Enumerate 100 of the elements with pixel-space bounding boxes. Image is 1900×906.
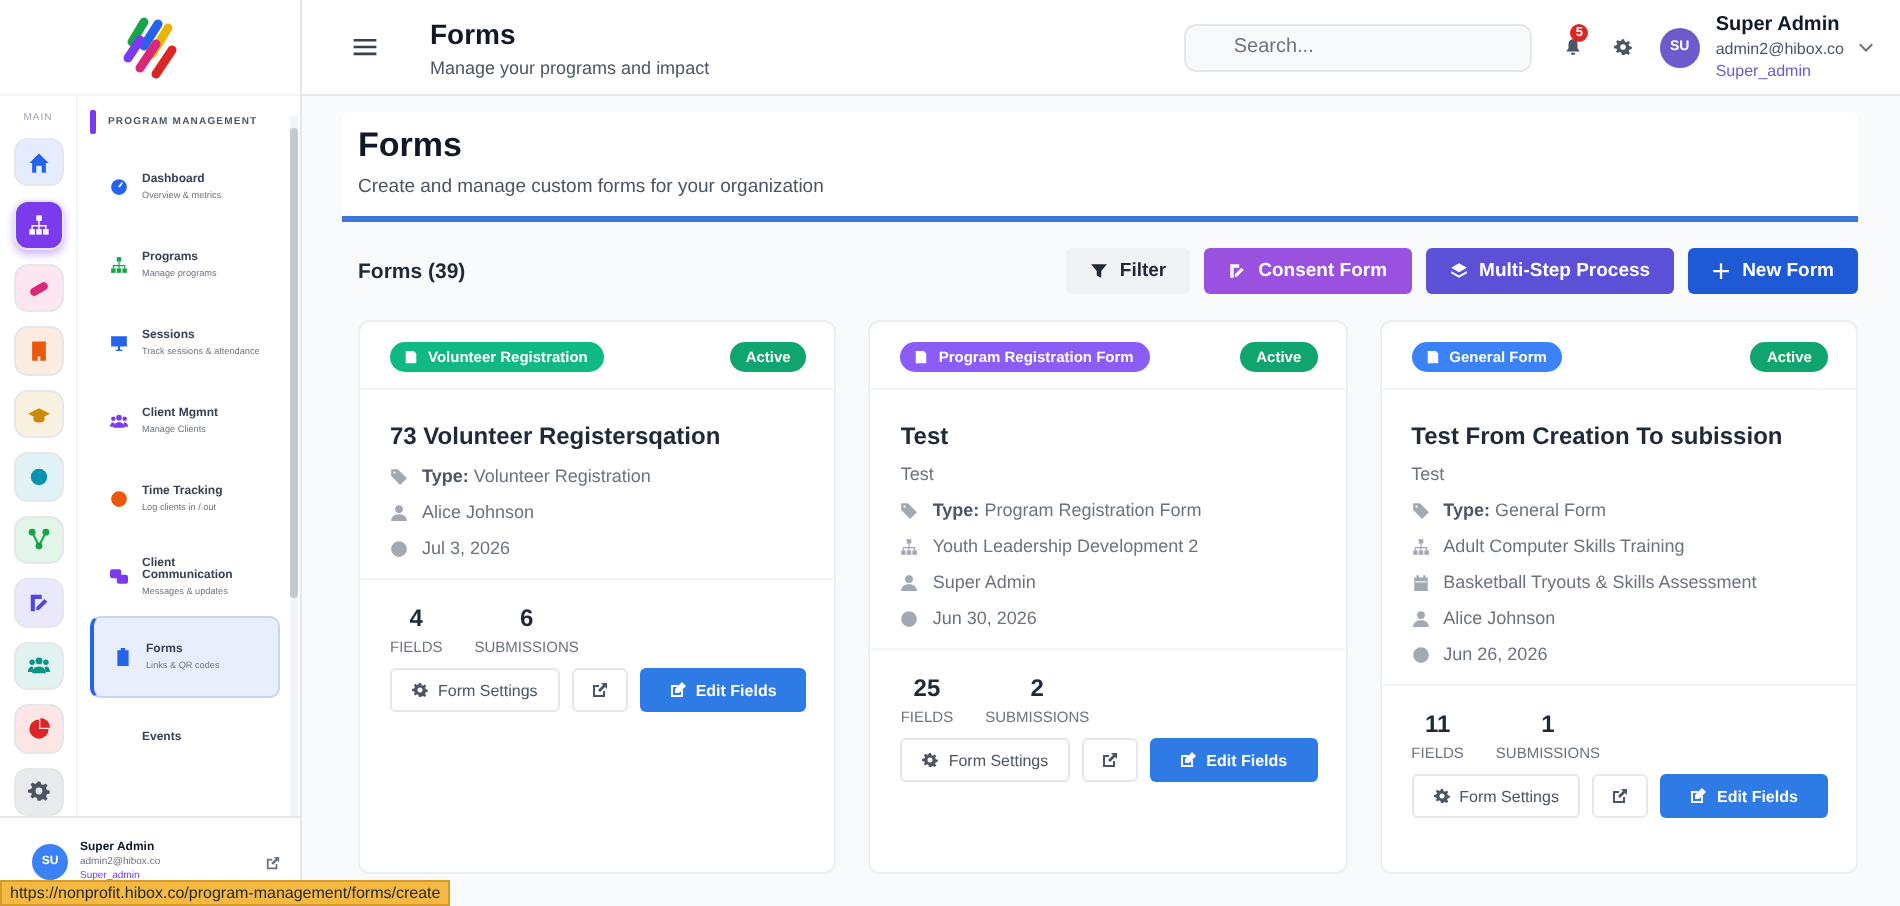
submissions-count: 6 bbox=[519, 604, 534, 632]
tag-icon bbox=[900, 501, 919, 519]
document-icon bbox=[404, 350, 418, 364]
search-field[interactable]: Search... bbox=[1183, 23, 1532, 71]
external-link-icon bbox=[1612, 788, 1629, 804]
meta-text: Type: Volunteer Registration bbox=[422, 466, 651, 486]
external-link-icon bbox=[591, 682, 608, 698]
fields-count: 4 bbox=[409, 604, 423, 632]
meta-text: Super Admin bbox=[932, 572, 1036, 592]
chat-icon bbox=[110, 568, 128, 586]
form-title: 73 Volunteer Registersqation bbox=[390, 422, 723, 450]
sitemap-icon bbox=[27, 214, 49, 237]
fields-count: 25 bbox=[913, 674, 941, 702]
monitor-icon bbox=[110, 334, 128, 352]
users-icon bbox=[27, 654, 49, 677]
form-description: Test bbox=[900, 464, 936, 484]
rail-button[interactable] bbox=[13, 578, 63, 628]
meta-text: Jun 26, 2026 bbox=[1443, 644, 1548, 664]
edit-fields-button[interactable]: Edit Fields bbox=[639, 668, 807, 712]
network-icon bbox=[27, 528, 49, 551]
scrollbar[interactable] bbox=[290, 116, 298, 816]
filter-icon bbox=[1089, 262, 1108, 280]
meta-text: Basketball Tryouts & Skills Assessment bbox=[1443, 572, 1757, 592]
document-icon bbox=[1425, 350, 1440, 364]
external-link-icon bbox=[1102, 752, 1119, 768]
settings-icon bbox=[1433, 788, 1450, 804]
layers-icon bbox=[1449, 262, 1468, 280]
rail-button[interactable] bbox=[13, 767, 63, 816]
edit-icon bbox=[1228, 262, 1247, 280]
status-url: https://nonprofit.hibox.co/program-management/forms/create bbox=[0, 880, 451, 906]
edit-icon bbox=[27, 591, 49, 614]
user-icon bbox=[390, 503, 408, 521]
edit-icon bbox=[1180, 752, 1197, 768]
edit-fields-button[interactable]: Edit Fields bbox=[1150, 738, 1318, 782]
multi-step-button[interactable]: Multi-Step Process bbox=[1425, 248, 1675, 294]
meta-text: Jul 3, 2026 bbox=[422, 538, 511, 558]
user-name: Super Admin bbox=[1715, 14, 1842, 36]
edit-icon bbox=[669, 682, 686, 698]
sitemap-icon bbox=[110, 256, 128, 274]
user-email: admin2@hibox.co bbox=[1715, 40, 1844, 58]
home-icon bbox=[27, 151, 49, 174]
page-title: Forms bbox=[358, 126, 464, 166]
meta-text: Type: General Form bbox=[1443, 500, 1607, 520]
form-settings-button[interactable]: Form Settings bbox=[900, 738, 1071, 782]
form-settings-button[interactable]: Form Settings bbox=[1411, 774, 1581, 818]
meta-text: Adult Computer Skills Training bbox=[1443, 536, 1685, 556]
form-title: Test bbox=[900, 422, 951, 450]
menu-icon bbox=[352, 34, 378, 60]
filter-button[interactable]: Filter bbox=[1065, 248, 1191, 294]
users-icon bbox=[110, 412, 128, 430]
settings-icon bbox=[922, 752, 939, 768]
header-title: Forms bbox=[430, 17, 518, 49]
open-link-button[interactable] bbox=[571, 668, 628, 712]
meta-text: Alice Johnson bbox=[422, 502, 535, 522]
page-subtitle: Create and manage custom forms for your organization bbox=[358, 176, 826, 198]
new-form-button[interactable]: New Form bbox=[1688, 248, 1858, 294]
header-subtitle: Manage your programs and impact bbox=[430, 57, 712, 77]
form-settings-button[interactable]: Form Settings bbox=[390, 668, 560, 712]
meta-text: Youth Leadership Development 2 bbox=[932, 536, 1199, 556]
circle-icon bbox=[27, 465, 49, 488]
form-title: Test From Creation To subission bbox=[1411, 422, 1785, 450]
sitemap-icon bbox=[900, 537, 919, 555]
bell-icon bbox=[1563, 38, 1582, 56]
forms-count: Forms (39) bbox=[358, 259, 468, 283]
rail-button[interactable] bbox=[13, 200, 63, 250]
meta-text: Type: Program Registration Form bbox=[932, 500, 1202, 520]
building-icon bbox=[27, 340, 49, 363]
form-description: Test bbox=[1411, 464, 1447, 484]
calendar-icon bbox=[1411, 573, 1430, 591]
tag-icon bbox=[1411, 501, 1430, 519]
submissions-count: 2 bbox=[1030, 674, 1044, 702]
pie-chart-icon bbox=[27, 717, 49, 740]
open-link-button[interactable] bbox=[1082, 738, 1139, 782]
plus-icon bbox=[1712, 262, 1731, 280]
submissions-count: 1 bbox=[1541, 710, 1555, 738]
rail-button[interactable] bbox=[13, 452, 63, 502]
consent-form-button[interactable]: Consent Form bbox=[1204, 248, 1412, 294]
external-link-icon bbox=[266, 855, 280, 869]
rail-button[interactable] bbox=[13, 704, 63, 754]
user-icon bbox=[1411, 609, 1430, 627]
edit-icon bbox=[1690, 788, 1707, 804]
edit-fields-button[interactable]: Edit Fields bbox=[1660, 774, 1828, 818]
clipboard-icon bbox=[114, 648, 132, 666]
open-link-button[interactable] bbox=[1592, 774, 1649, 818]
rail-button[interactable] bbox=[13, 515, 63, 565]
settings-icon bbox=[27, 780, 49, 803]
user-icon bbox=[900, 573, 919, 591]
document-icon bbox=[914, 350, 929, 364]
graduation-cap-icon bbox=[27, 403, 49, 426]
rail-button[interactable] bbox=[13, 641, 63, 691]
settings-icon bbox=[412, 682, 428, 698]
sitemap-icon bbox=[1411, 537, 1430, 555]
meta-text: Jun 30, 2026 bbox=[932, 608, 1037, 628]
rail-button[interactable] bbox=[13, 263, 63, 313]
rail-button[interactable] bbox=[13, 326, 63, 376]
tag-icon bbox=[390, 467, 408, 485]
settings-icon bbox=[1613, 38, 1632, 56]
rail-button[interactable] bbox=[13, 138, 63, 187]
user-role: Super_admin bbox=[1715, 62, 1813, 80]
dashboard-icon bbox=[110, 178, 128, 196]
